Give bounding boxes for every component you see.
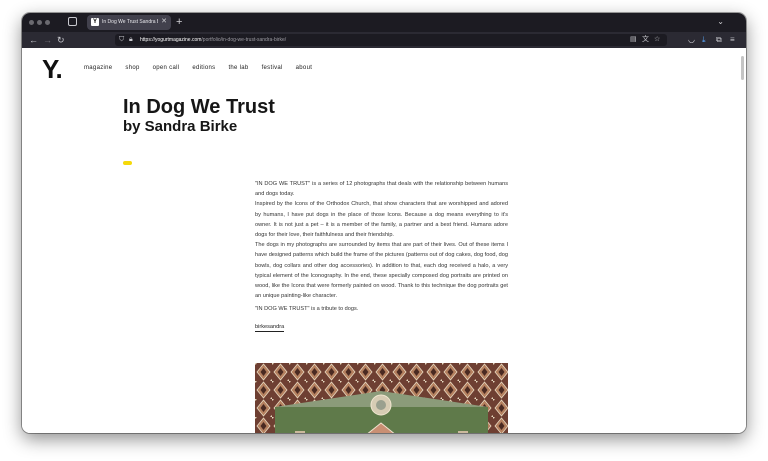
chevron-down-icon[interactable]: ⌄ <box>717 16 724 28</box>
forward-arrow-icon[interactable]: → <box>43 34 52 46</box>
artwork-pattern <box>255 363 508 433</box>
address-bar[interactable]: ⛉ 🔒︎ https://yogurtmagazine.com/portfoli… <box>115 34 667 46</box>
nav-item-about[interactable]: about <box>296 64 313 72</box>
url-domain: https://yogurtmagazine.com <box>140 37 202 43</box>
pocket-icon[interactable]: ◡ <box>688 34 695 46</box>
shield-icon[interactable]: ⛉ <box>119 35 124 45</box>
paragraph-closing: "IN DOG WE TRUST" is a tribute to dogs. <box>255 306 359 313</box>
nav-item-the-lab[interactable]: the lab <box>228 64 248 72</box>
hamburger-menu-icon[interactable]: ≡ <box>730 34 735 46</box>
translate-icon[interactable]: 文 <box>642 35 649 45</box>
nav-item-shop[interactable]: shop <box>125 64 139 72</box>
title-bar: Y In Dog We Trust Sandra Birke | Y ✕ + ⌄ <box>22 13 746 32</box>
tab-overview-icon[interactable] <box>68 17 77 26</box>
paragraph-inspiration: Inspired by the Icons of the Orthodox Ch… <box>255 201 508 239</box>
page-title: In Dog We Trust <box>123 96 275 118</box>
back-arrow-icon[interactable]: ← <box>29 34 38 46</box>
plus-icon[interactable]: + <box>176 15 182 29</box>
browser-window: Y In Dog We Trust Sandra Birke | Y ✕ + ⌄… <box>22 13 746 433</box>
tab-title: In Dog We Trust Sandra Birke | Y <box>102 19 158 25</box>
reader-view-icon[interactable]: ▤ <box>630 35 637 45</box>
nav-item-editions[interactable]: editions <box>192 64 215 72</box>
close-icon[interactable]: ✕ <box>161 17 167 27</box>
artwork-image <box>255 363 508 433</box>
paragraph-patterns: The dogs in my photographs are surrounde… <box>255 242 508 300</box>
url-text[interactable]: https://yogurtmagazine.com/portfolio/in-… <box>140 36 286 44</box>
url-path: /portfolio/in-dog-we-trust-sandra-birke/ <box>201 37 287 43</box>
favicon: Y <box>91 18 99 26</box>
paragraph-intro: "IN DOG WE TRUST" is a series of 12 phot… <box>255 181 508 198</box>
page-subtitle: by Sandra Birke <box>123 118 238 135</box>
zoom-window-button[interactable] <box>45 20 50 25</box>
download-icon[interactable]: ⤓ <box>702 34 706 46</box>
browser-tab[interactable]: Y In Dog We Trust Sandra Birke | Y ✕ <box>87 15 171 30</box>
nav-item-magazine[interactable]: magazine <box>84 64 112 72</box>
minimize-window-button[interactable] <box>37 20 42 25</box>
lock-icon[interactable]: 🔒︎ <box>129 35 133 45</box>
star-icon[interactable]: ☆ <box>654 35 660 45</box>
scrollbar-thumb[interactable] <box>741 56 744 80</box>
extensions-icon[interactable]: ⧉ <box>716 34 722 46</box>
nav-item-open-call[interactable]: open call <box>153 64 180 72</box>
artist-handle-link[interactable]: birkesandra <box>255 323 285 332</box>
page-viewport: Y. magazine shop open call editions the … <box>22 48 746 433</box>
article-body: "IN DOG WE TRUST" is a series of 12 phot… <box>255 179 508 333</box>
navigation-toolbar: ← → ↻ ⛉ 🔒︎ https://yogurtmagazine.com/po… <box>22 32 746 48</box>
reload-icon[interactable]: ↻ <box>57 34 65 46</box>
nav-item-festival[interactable]: festival <box>262 64 283 72</box>
close-window-button[interactable] <box>29 20 34 25</box>
site-logo[interactable]: Y. <box>42 55 63 83</box>
main-nav: magazine shop open call editions the lab… <box>84 64 312 72</box>
accent-bar <box>123 161 132 165</box>
